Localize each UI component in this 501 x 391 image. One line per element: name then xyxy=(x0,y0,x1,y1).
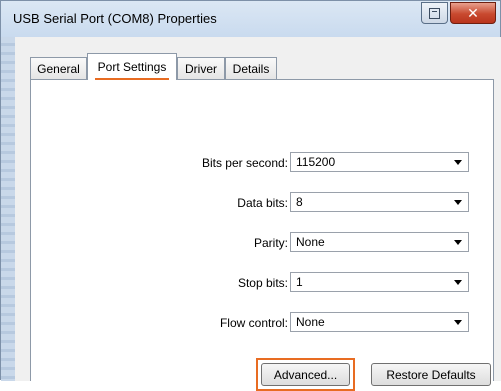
select-value: 115200 xyxy=(296,155,336,169)
select-value: 1 xyxy=(296,275,303,289)
parity-select[interactable]: None xyxy=(290,232,469,252)
port-settings-panel: Bits per second: 115200 Data bits: 8 Par… xyxy=(30,79,494,391)
chevron-down-icon xyxy=(454,200,462,205)
restore-icon xyxy=(429,7,440,19)
chevron-down-icon xyxy=(454,320,462,325)
chevron-down-icon xyxy=(454,240,462,245)
restore-button[interactable] xyxy=(421,2,448,24)
chevron-down-icon xyxy=(454,160,462,165)
tab-details[interactable]: Details xyxy=(225,57,277,79)
chevron-down-icon xyxy=(454,280,462,285)
tab-label: General xyxy=(37,61,80,76)
tab-label: Port Settings xyxy=(97,60,167,74)
stop-bits-select[interactable]: 1 xyxy=(290,272,469,292)
close-icon: ✕ xyxy=(467,5,479,21)
select-value: None xyxy=(296,235,325,249)
flow-control-select[interactable]: None xyxy=(290,312,469,332)
bits-per-second-label: Bits per second: xyxy=(201,156,288,170)
tab-driver[interactable]: Driver xyxy=(177,57,225,79)
stop-bits-label: Stop bits: xyxy=(237,276,288,290)
tab-label: Driver xyxy=(185,61,217,76)
window-frame: USB Serial Port (COM8) Properties ✕ Gene… xyxy=(0,0,501,391)
data-bits-select[interactable]: 8 xyxy=(290,192,469,212)
select-value: 8 xyxy=(296,195,303,209)
tab-general[interactable]: General xyxy=(30,57,87,79)
close-button[interactable]: ✕ xyxy=(450,2,496,24)
tab-port-settings[interactable]: Port Settings xyxy=(87,53,177,80)
flow-control-label: Flow control: xyxy=(219,316,288,330)
window-title: USB Serial Port (COM8) Properties xyxy=(13,11,217,26)
parity-label: Parity: xyxy=(253,236,288,250)
tab-active-indicator xyxy=(95,78,169,80)
restore-defaults-button[interactable]: Restore Defaults xyxy=(371,363,491,386)
bits-per-second-select[interactable]: 115200 xyxy=(290,152,469,172)
dialog-client: General Port Settings Driver Details Bit… xyxy=(15,37,501,391)
advanced-button[interactable]: Advanced... xyxy=(261,363,350,386)
window-edge xyxy=(1,37,15,381)
data-bits-label: Data bits: xyxy=(237,196,288,210)
select-value: None xyxy=(296,315,325,329)
tab-label: Details xyxy=(232,61,270,76)
